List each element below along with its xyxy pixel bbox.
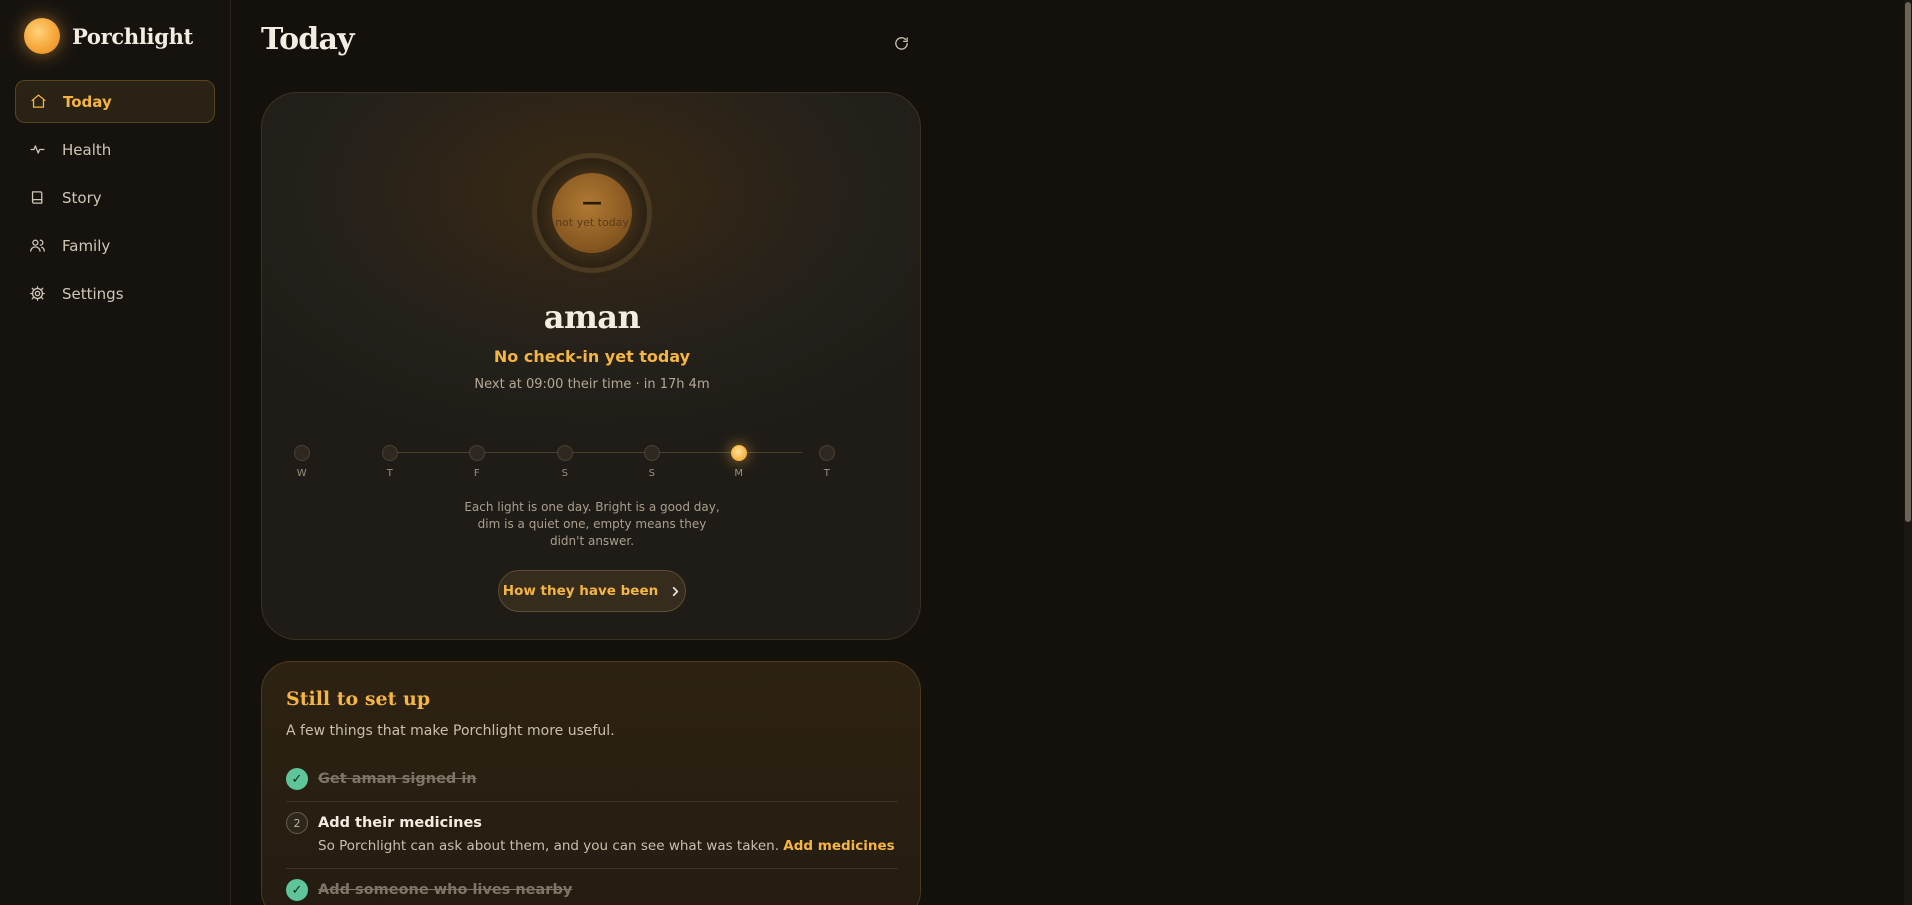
nav-item-label: Story [62, 188, 102, 207]
day-dot-bright [731, 445, 747, 461]
day-dot [294, 445, 310, 461]
day-dot [644, 445, 660, 461]
nav-item-story[interactable]: Story [15, 176, 215, 219]
day-light: F [457, 443, 497, 479]
orb-value: — [582, 189, 602, 214]
day-label: T [386, 468, 394, 479]
task-description-text: So Porchlight can ask about them, and yo… [318, 838, 779, 854]
activity-icon [30, 145, 45, 154]
day-dot [819, 445, 835, 461]
day-label: W [296, 468, 308, 479]
porchlight-logo-icon [24, 18, 60, 54]
nav-item-family[interactable]: Family [15, 224, 215, 267]
day-light: M [719, 443, 759, 479]
scrollbar-thumb[interactable] [1905, 2, 1911, 522]
check-icon: ✓ [286, 768, 308, 790]
users-icon [30, 239, 45, 252]
brand-name: Porchlight [72, 23, 193, 49]
day-dot [382, 445, 398, 461]
day-label: T [823, 468, 831, 479]
checkin-card: — not yet today aman No check-in yet tod… [261, 92, 921, 640]
book-icon [31, 191, 43, 204]
nav-item-today[interactable]: Today [15, 80, 215, 123]
task-title: Add someone who lives nearby [318, 882, 573, 898]
day-label: M [734, 468, 744, 479]
day-label: F [473, 468, 481, 479]
task-description: So Porchlight can ask about them, and yo… [318, 838, 895, 854]
main-nav: Today Health Story Family Settings [15, 80, 215, 320]
day-light: S [545, 443, 585, 479]
checkin-orb-ring: — not yet today [532, 153, 652, 273]
step-number: 2 [286, 812, 308, 834]
refresh-icon [894, 36, 908, 50]
next-checkin: Next at 09:00 their time · in 17h 4m [474, 377, 710, 392]
add-medicines-link[interactable]: Add medicines [783, 838, 894, 854]
day-dot [469, 445, 485, 461]
setup-task[interactable]: ✓ Add someone who lives nearby [286, 879, 898, 901]
checkin-status: No check-in yet today [493, 347, 691, 366]
nav-item-label: Health [62, 140, 112, 159]
divider [286, 868, 898, 869]
person-name: aman [543, 298, 641, 336]
day-dot [557, 445, 573, 461]
check-icon: ✓ [286, 879, 308, 901]
day-label: S [561, 468, 569, 479]
gear-icon [30, 286, 45, 301]
divider [286, 801, 898, 802]
how-they-have-been-button[interactable]: How they have been [498, 570, 686, 612]
nav-item-label: Settings [62, 284, 124, 303]
checkin-orb: — not yet today [552, 173, 632, 253]
day-light: W [282, 443, 322, 479]
timeline-legend: Each light is one day. Bright is a good … [464, 500, 720, 548]
orb-caption: not yet today [555, 215, 629, 229]
setup-card: Still to set up A few things that make P… [261, 661, 921, 905]
home-icon [31, 94, 46, 108]
brand[interactable]: Porchlight [24, 18, 193, 54]
refresh-button[interactable] [890, 32, 912, 54]
nav-item-settings[interactable]: Settings [15, 272, 215, 315]
day-light: T [370, 443, 410, 479]
week-timeline: W T F S S M T [294, 443, 882, 493]
setup-title: Still to set up [286, 688, 431, 710]
nav-item-health[interactable]: Health [15, 128, 215, 171]
setup-task[interactable]: 2 Add their medicines So Porchlight can … [286, 812, 898, 854]
chevron-right-icon [672, 586, 679, 596]
task-title: Add their medicines [318, 815, 482, 831]
sidebar: Porchlight Today Health Story Family Set… [0, 0, 231, 905]
nav-item-label: Today [63, 92, 112, 111]
setup-subtitle: A few things that make Porchlight more u… [286, 723, 615, 739]
task-title: Get aman signed in [318, 771, 477, 787]
day-light: T [807, 443, 847, 479]
scrollbar[interactable] [1904, 0, 1912, 905]
cta-label: How they have been [502, 583, 659, 599]
setup-task[interactable]: ✓ Get aman signed in [286, 768, 898, 790]
page-title: Today [261, 22, 355, 57]
nav-item-label: Family [62, 236, 111, 255]
day-label: S [648, 468, 656, 479]
day-light: S [632, 443, 672, 479]
